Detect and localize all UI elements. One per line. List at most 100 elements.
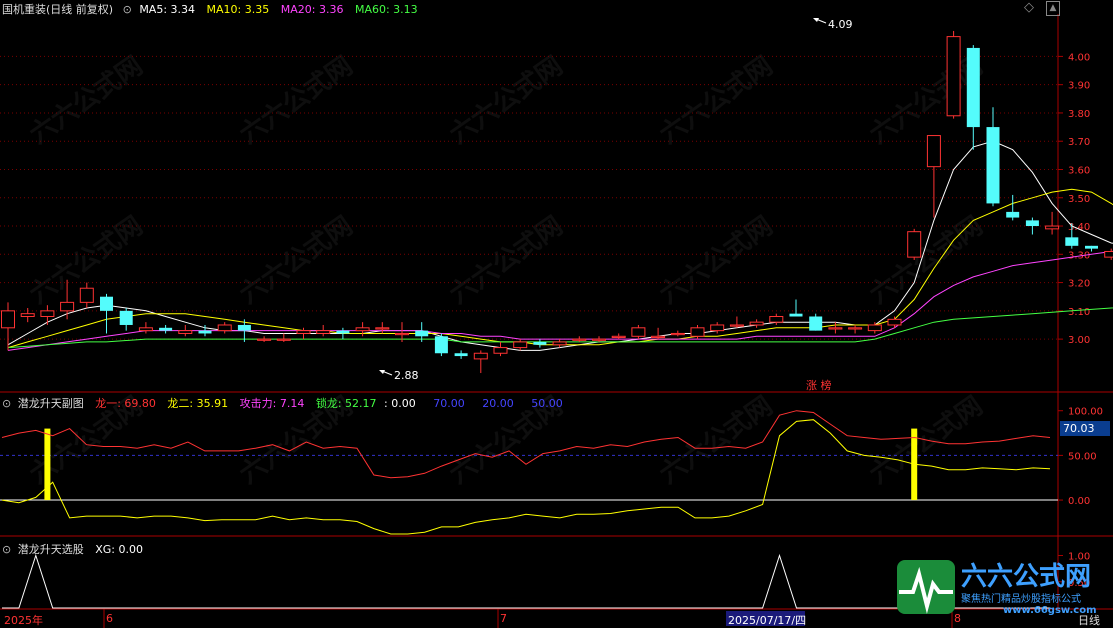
limit-up-badge[interactable]: 涨 榜: [806, 377, 832, 393]
candle: [159, 324, 173, 334]
candle-body: [316, 330, 331, 334]
price-tick-label: 3.00: [1068, 335, 1090, 346]
candle-body: [119, 310, 133, 325]
candle: [926, 135, 941, 218]
ma-line-ma5: [7, 140, 1113, 351]
main-chart-header: 国机重装(日线 前复权) ⊙ MA5: 3.34 MA10: 3.35 MA20…: [2, 1, 418, 17]
candle-body: [1006, 211, 1020, 218]
candle: [1006, 194, 1020, 221]
candle: [434, 333, 448, 357]
diamond-icon[interactable]: ◇: [1024, 0, 1034, 15]
date-label-year: 2025年: [4, 614, 43, 627]
stock-title[interactable]: 国机重装(日线 前复权): [2, 3, 113, 16]
price-tick-label: 3.20: [1068, 279, 1090, 290]
candle: [887, 316, 902, 328]
candle-body: [198, 330, 212, 334]
candle: [848, 324, 863, 334]
long1-label: 龙一: 69.80: [95, 397, 156, 410]
candle: [966, 45, 980, 150]
candle: [1045, 211, 1060, 235]
candles[interactable]: [1, 30, 1113, 374]
candle: [572, 336, 587, 342]
candle-body: [60, 301, 75, 312]
candle: [79, 282, 94, 309]
candle: [809, 313, 823, 331]
candle-body: [1, 310, 15, 329]
candle: [178, 324, 193, 337]
candle-body: [513, 341, 528, 349]
ma10-label: MA10: 3.35: [206, 3, 270, 16]
level70-label: 70.00: [433, 397, 465, 410]
candle-body: [375, 327, 390, 330]
candle: [789, 299, 803, 317]
sub1-line: [1, 419, 1051, 535]
sub1-line: [1, 410, 1051, 479]
candle-body: [100, 296, 113, 311]
sub1-lines: [1, 410, 1051, 535]
price-ticks: 4.003.903.803.703.603.503.403.303.203.10…: [1058, 52, 1090, 346]
candle: [217, 322, 232, 334]
candle-body: [1025, 220, 1039, 227]
candle-body: [415, 330, 429, 337]
candle-body: [828, 327, 843, 330]
brand-logo: 六六公式网 聚焦热门精品炒股指标公式 www.66gsw.com: [895, 556, 1110, 618]
candle-body: [651, 335, 666, 338]
candle-body: [769, 315, 784, 323]
price-tick-label: 3.10: [1068, 307, 1090, 318]
candle-body: [296, 330, 311, 334]
ma-lines: [7, 140, 1113, 351]
price-tick-label: 3.60: [1068, 165, 1090, 176]
price-tick-label: 3.70: [1068, 137, 1090, 148]
candle: [100, 293, 113, 334]
candle: [631, 324, 646, 340]
candle-body: [670, 332, 685, 336]
date-label-july: 7: [500, 612, 507, 625]
chevron-down-icon[interactable]: ⊙: [2, 543, 11, 556]
candle: [986, 107, 1000, 207]
candle-body: [1045, 225, 1060, 230]
candle: [276, 333, 291, 342]
candle-body: [79, 287, 94, 303]
selector-title[interactable]: 潜龙升天选股: [18, 543, 84, 556]
candle: [946, 30, 961, 119]
candle-body: [40, 310, 55, 317]
level50-label: 50.00: [531, 397, 563, 410]
candle: [729, 316, 744, 328]
candle-body: [395, 332, 409, 336]
candle-body: [138, 327, 153, 332]
chevron-down-icon[interactable]: ⊙: [2, 397, 11, 410]
candle-body: [946, 36, 961, 117]
candle: [473, 350, 488, 374]
logo-brand: 六六公式网: [961, 562, 1092, 592]
chart-canvas[interactable]: 4.003.903.803.703.603.503.403.303.203.10…: [0, 0, 1113, 628]
candle: [533, 339, 547, 348]
candle-body: [926, 135, 941, 168]
candle-body: [809, 316, 823, 331]
candle: [257, 336, 272, 342]
candle-body: [986, 127, 1000, 204]
candle-body: [355, 327, 370, 332]
ma-line-ma10: [7, 188, 1113, 349]
price-tick-label: 3.90: [1068, 81, 1090, 92]
candle: [513, 339, 528, 351]
candle-body: [592, 338, 606, 341]
candle: [336, 327, 350, 340]
candle-body: [434, 336, 448, 354]
candle-body: [533, 341, 547, 345]
ma60-label: MA60: 3.13: [354, 3, 418, 16]
xg-label: XG: 0.00: [95, 543, 143, 556]
lock-label: 锁龙: 52.17: [315, 397, 377, 410]
indicator-title[interactable]: 潜龙升天副图: [18, 397, 84, 410]
candle-body: [257, 338, 272, 341]
candle-body: [867, 324, 882, 332]
scroll-up-icon[interactable]: ▲: [1046, 1, 1060, 16]
date-label-june: 6: [106, 612, 113, 625]
chevron-down-icon[interactable]: ⊙: [123, 3, 132, 16]
sub2-header: ⊙ 潜龙升天选股 XG: 0.00: [2, 541, 143, 557]
candle-body: [690, 327, 705, 337]
candle: [651, 327, 666, 340]
candle: [493, 341, 508, 357]
candle: [1104, 248, 1113, 260]
candle-body: [473, 352, 488, 360]
sub1-tick-label: 0.00: [1068, 496, 1090, 507]
